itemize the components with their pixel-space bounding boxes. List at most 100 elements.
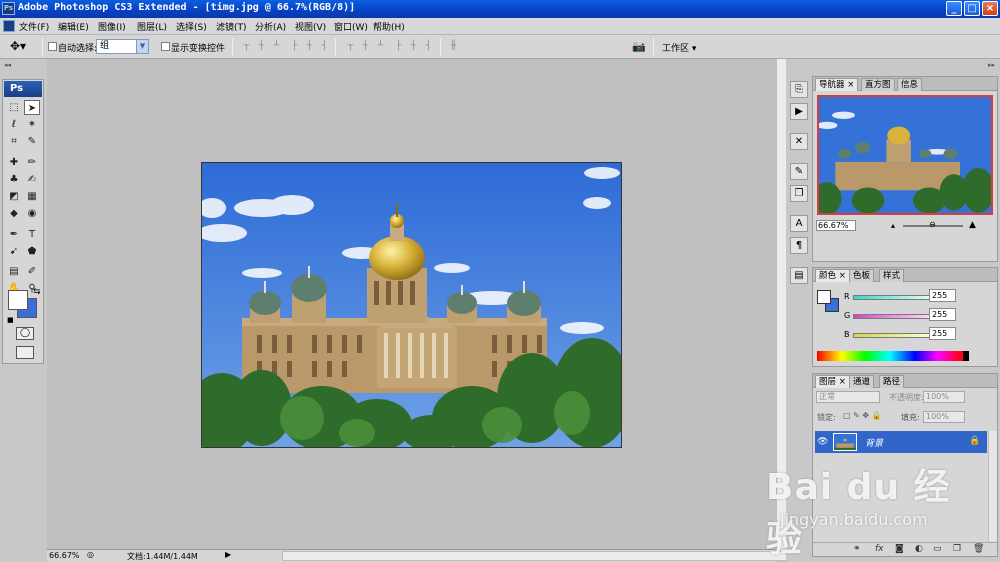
minimize-button[interactable]: _	[946, 1, 962, 16]
distribute-top-icon[interactable]: ┬	[344, 41, 357, 52]
align-bottom-icon[interactable]: ┴	[270, 41, 283, 52]
default-colors-icon[interactable]: ■	[7, 316, 14, 324]
horizontal-scrollbar[interactable]	[282, 551, 817, 561]
maximize-button[interactable]: □	[964, 1, 980, 16]
menu-filter[interactable]: 滤镜(T)	[216, 20, 247, 33]
path-selection-tool-icon[interactable]: ➹	[6, 244, 22, 259]
status-menu-arrow-icon[interactable]: ▶	[225, 550, 231, 559]
green-channel-value[interactable]: 255	[929, 308, 956, 321]
screen-mode-icon[interactable]	[16, 346, 34, 359]
blur-tool-icon[interactable]: ◆	[6, 206, 22, 221]
red-channel-slider[interactable]	[853, 295, 937, 300]
color-panel-foreground-swatch[interactable]	[817, 290, 831, 304]
auto-select-checkbox[interactable]	[48, 42, 57, 51]
type-tool-icon[interactable]: T	[24, 227, 40, 242]
chevron-down-icon[interactable]: ▼	[136, 40, 148, 53]
distribute-right-icon[interactable]: ┤	[422, 41, 435, 52]
quick-mask-icon[interactable]: ◯	[16, 327, 34, 340]
menu-image[interactable]: 图像(I)	[98, 20, 126, 33]
align-right-icon[interactable]: ┤	[318, 41, 331, 52]
bridge-icon[interactable]: 📷	[632, 40, 646, 53]
menu-help[interactable]: 帮助(H)	[373, 20, 405, 33]
tab-paths[interactable]: 路径	[879, 375, 905, 388]
menu-view[interactable]: 视图(V)	[295, 20, 326, 33]
show-transform-checkbox[interactable]	[161, 42, 170, 51]
collapse-arrows-icon[interactable]: ◂◂	[4, 61, 11, 69]
distribute-left-icon[interactable]: ├	[392, 41, 405, 52]
menu-analysis[interactable]: 分析(A)	[255, 20, 286, 33]
tab-color[interactable]: 颜色 ×	[815, 269, 850, 282]
fill-field[interactable]: 100%	[923, 411, 965, 423]
status-info-icon[interactable]: ◎	[87, 550, 94, 559]
character-panel-icon[interactable]: A	[790, 215, 808, 232]
history-brush-tool-icon[interactable]: ✍	[24, 172, 40, 187]
clone-stamp-tool-icon[interactable]: ♣	[6, 172, 22, 187]
brush-tool-icon[interactable]: ✏	[24, 155, 40, 170]
tab-layers[interactable]: 图层 ×	[815, 375, 850, 388]
dodge-tool-icon[interactable]: ◉	[24, 206, 40, 221]
tab-swatches[interactable]: 色板	[849, 269, 875, 282]
swap-colors-icon[interactable]: ⇆	[33, 287, 41, 297]
distribute-vcenter-icon[interactable]: ┼	[359, 41, 372, 52]
delete-layer-icon[interactable]: 🗑	[973, 544, 984, 554]
blend-mode-dropdown[interactable]: 正常	[816, 391, 880, 403]
menu-edit[interactable]: 编辑(E)	[58, 20, 89, 33]
tab-channels[interactable]: 通道	[849, 375, 875, 388]
distribute-bottom-icon[interactable]: ┴	[374, 41, 387, 52]
opacity-field[interactable]: 100%	[923, 391, 965, 403]
slice-tool-icon[interactable]: ✎	[24, 134, 40, 149]
spectrum-black[interactable]	[963, 351, 969, 361]
expand-arrows-icon[interactable]: ▸▸	[988, 61, 995, 69]
blue-channel-value[interactable]: 255	[929, 327, 956, 340]
zoom-out-icon[interactable]: ▴	[891, 221, 895, 230]
foreground-color-swatch[interactable]	[8, 290, 28, 310]
crop-tool-icon[interactable]: ⌗	[6, 134, 22, 149]
move-tool-preset-icon[interactable]: ✥▾	[10, 39, 26, 53]
auto-align-icon[interactable]: ╫	[447, 41, 460, 52]
healing-brush-tool-icon[interactable]: ✚	[6, 155, 22, 170]
blue-channel-slider[interactable]	[853, 333, 937, 338]
align-top-icon[interactable]: ┬	[240, 41, 253, 52]
marquee-tool-icon[interactable]: ⬚	[6, 100, 22, 115]
history-panel-icon[interactable]: ⎘	[790, 81, 808, 98]
gradient-tool-icon[interactable]: ▦	[24, 189, 40, 204]
layer-row-background[interactable]: 👁 背景 🔒	[815, 431, 987, 453]
layers-scrollbar[interactable]	[988, 431, 997, 541]
status-zoom[interactable]: 66.67%	[49, 551, 80, 560]
red-channel-value[interactable]: 255	[929, 289, 956, 302]
move-tool-icon[interactable]: ➤	[24, 100, 40, 115]
menu-layer[interactable]: 图层(L)	[137, 20, 167, 33]
document-icon[interactable]	[3, 20, 15, 32]
zoom-in-icon[interactable]: ▲	[969, 220, 976, 230]
eraser-tool-icon[interactable]: ◩	[6, 189, 22, 204]
tab-navigator[interactable]: 导航器 ×	[815, 78, 859, 91]
clone-source-panel-icon[interactable]: ❐	[790, 185, 808, 202]
document-image[interactable]	[201, 162, 622, 448]
lasso-tool-icon[interactable]: ℓ	[6, 117, 22, 132]
close-button[interactable]: ×	[982, 1, 998, 16]
tab-info[interactable]: 信息	[897, 78, 923, 91]
navigator-thumbnail[interactable]	[817, 95, 993, 215]
workspace-menu[interactable]: 工作区 ▾	[662, 41, 696, 54]
shape-tool-icon[interactable]: ⬟	[24, 244, 40, 259]
layer-comps-panel-icon[interactable]: ▤	[790, 267, 808, 284]
align-left-icon[interactable]: ├	[288, 41, 301, 52]
green-channel-slider[interactable]	[853, 314, 937, 319]
paragraph-panel-icon[interactable]: ¶	[790, 237, 808, 254]
actions-panel-icon[interactable]: ▶	[790, 103, 808, 120]
distribute-hcenter-icon[interactable]: ┼	[407, 41, 420, 52]
notes-tool-icon[interactable]: ▤	[6, 264, 22, 279]
lock-icons[interactable]: ▢ ✎ ✥ 🔒	[843, 411, 882, 420]
pen-tool-icon[interactable]: ✒	[6, 227, 22, 242]
navigator-zoom-field[interactable]: 66.67%	[816, 220, 856, 231]
eye-icon[interactable]: 👁	[817, 436, 829, 448]
zoom-slider-handle[interactable]: ⊖	[929, 220, 936, 229]
eyedropper-tool-icon[interactable]: ✐	[24, 264, 40, 279]
tab-styles[interactable]: 样式	[879, 269, 905, 282]
menu-select[interactable]: 选择(S)	[176, 20, 207, 33]
brushes-panel-icon[interactable]: ✎	[790, 163, 808, 180]
auto-select-dropdown[interactable]: 组 ▼	[96, 39, 149, 54]
color-spectrum-bar[interactable]	[817, 351, 963, 361]
align-vcenter-icon[interactable]: ┼	[255, 41, 268, 52]
align-hcenter-icon[interactable]: ┼	[303, 41, 316, 52]
